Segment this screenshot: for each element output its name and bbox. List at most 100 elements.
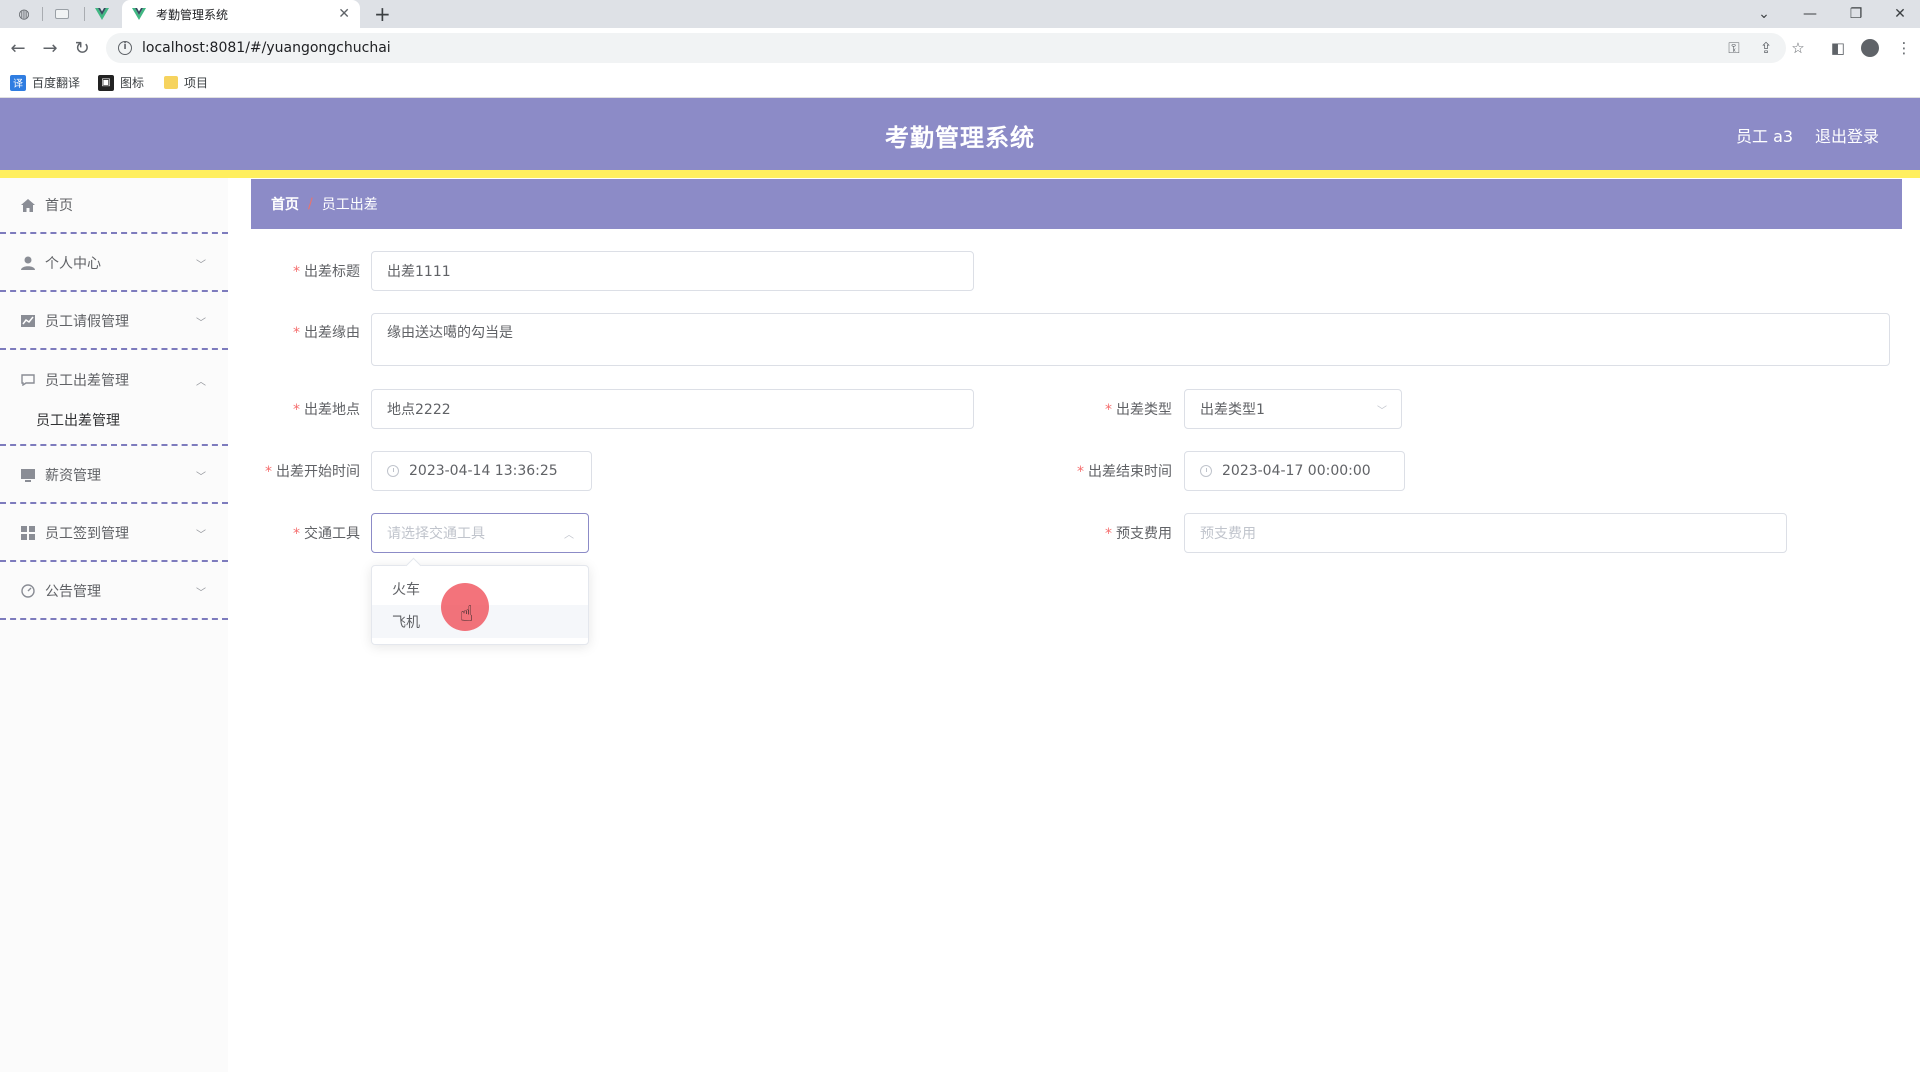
title-label: * 出差标题: [250, 261, 360, 281]
tab-title: 考勤管理系统: [156, 7, 229, 22]
share-icon[interactable]: ⇪: [1756, 38, 1776, 58]
required-mark: *: [1077, 464, 1084, 480]
active-tab[interactable]: 考勤管理系统 ✕: [122, 0, 360, 28]
breadcrumb: 首页 / 员工出差: [251, 179, 1902, 229]
type-select[interactable]: 出差类型1 ﹀: [1184, 389, 1402, 429]
window-close-button[interactable]: ✕: [1880, 0, 1920, 28]
app-title: 考勤管理系统: [885, 124, 1035, 152]
bookmark-star-icon[interactable]: ☆: [1788, 38, 1808, 58]
budget-label: * 预支费用: [1062, 523, 1172, 543]
translate-icon: 译: [10, 74, 26, 91]
chevron-down-icon: ﹀: [196, 529, 206, 541]
label-text: 出差类型: [1116, 402, 1172, 418]
budget-placeholder: 预支费用: [1200, 526, 1256, 542]
breadcrumb-current: 员工出差: [321, 197, 378, 213]
sidebar-item-label: 首页: [45, 198, 73, 214]
vue-logo-icon: [95, 8, 109, 20]
transport-select[interactable]: 请选择交通工具 ︿: [371, 513, 589, 553]
app-header: 考勤管理系统 员工 a3 退出登录: [0, 98, 1920, 170]
sidebar-item-leave[interactable]: 员工请假管理 ﹀: [0, 294, 228, 350]
start-time-value: 2023-04-14 13:36:25: [409, 463, 558, 479]
clock-icon: [387, 465, 399, 477]
reason-textarea[interactable]: 缘由送达噶的勾当是: [371, 313, 1890, 366]
image-icon: ▣: [98, 74, 114, 91]
end-time-picker[interactable]: 2023-04-17 00:00:00: [1184, 451, 1405, 491]
reason-label: * 出差缘由: [250, 322, 360, 342]
location-input[interactable]: 地点2222: [371, 389, 974, 429]
chevron-down-icon: ﹀: [196, 471, 206, 483]
sidebar-item-profile[interactable]: 个人中心 ﹀: [0, 236, 228, 292]
label-text: 出差标题: [304, 264, 360, 280]
monitor-icon: [20, 468, 36, 482]
chevron-up-icon: ︿: [196, 376, 206, 388]
required-mark: *: [293, 325, 300, 341]
chevron-up-icon: ︿: [564, 529, 574, 541]
pinned-tab-blank[interactable]: [48, 0, 76, 28]
transport-placeholder: 请选择交通工具: [387, 526, 485, 542]
label-text: 交通工具: [304, 526, 360, 542]
end-time-value: 2023-04-17 00:00:00: [1222, 463, 1371, 479]
back-button[interactable]: ←: [6, 36, 30, 60]
sidebar-item-home[interactable]: 首页: [0, 178, 228, 234]
minimize-button[interactable]: —: [1790, 0, 1830, 28]
pinned-tab-globe[interactable]: ◍: [10, 0, 38, 28]
logout-link[interactable]: 退出登录: [1815, 123, 1879, 147]
label-text: 出差地点: [304, 402, 360, 418]
key-icon[interactable]: ⚿: [1724, 38, 1744, 58]
sidebar-item-salary[interactable]: 薪资管理 ﹀: [0, 448, 228, 504]
start-time-picker[interactable]: 2023-04-14 13:36:25: [371, 451, 592, 491]
sidebar-item-notice[interactable]: 公告管理 ﹀: [0, 564, 228, 620]
label-text: 出差缘由: [304, 325, 360, 341]
profile-icon[interactable]: [1860, 38, 1880, 58]
close-tab-icon[interactable]: ✕: [338, 6, 350, 22]
forward-button[interactable]: →: [38, 36, 62, 60]
hand-cursor-icon: ☝: [460, 602, 474, 627]
required-mark: *: [293, 402, 300, 418]
tab-search-icon[interactable]: ⌄: [1744, 0, 1784, 28]
sidebar-item-checkin[interactable]: 员工签到管理 ﹀: [0, 506, 228, 562]
user-icon: [20, 256, 36, 270]
title-input[interactable]: 出差1111: [371, 251, 974, 291]
budget-input[interactable]: 预支费用: [1184, 513, 1787, 553]
clock-icon: [1200, 465, 1212, 477]
chevron-down-icon: ﹀: [196, 317, 206, 329]
start-time-label: * 出差开始时间: [250, 461, 360, 481]
sidebar: 首页 个人中心 ﹀ 员工请假管理 ﹀ 员工出差管理 ︿ 员工出差管理 薪资管理 …: [0, 178, 228, 1072]
type-label: * 出差类型: [1062, 399, 1172, 419]
address-bar[interactable]: i localhost:8081/#/yuangongchuchai: [106, 33, 1786, 63]
bookmark-icons[interactable]: ▣ 图标: [98, 74, 144, 91]
restore-button[interactable]: ❐: [1836, 0, 1876, 28]
required-mark: *: [265, 464, 272, 480]
reason-value: 缘由送达噶的勾当是: [387, 325, 513, 341]
transport-label: * 交通工具: [250, 523, 360, 543]
title-value: 出差1111: [387, 264, 451, 280]
bookmark-project[interactable]: 项目: [164, 74, 208, 91]
pinned-tab-vue[interactable]: [88, 0, 116, 28]
breadcrumb-home[interactable]: 首页: [271, 194, 299, 214]
location-label: * 出差地点: [250, 399, 360, 419]
reload-button[interactable]: ↻: [70, 36, 94, 60]
browser-tabstrip: ◍ 考勤管理系统 ✕ + ⌄ — ❐ ✕: [0, 0, 1920, 28]
dashboard-icon: [20, 584, 36, 598]
type-value: 出差类型1: [1200, 402, 1265, 418]
bookmarks-bar: 译 百度翻译 ▣ 图标 项目: [0, 68, 1920, 98]
tab-separator: [42, 7, 43, 21]
bookmark-label: 百度翻译: [32, 76, 81, 90]
globe-icon: ◍: [18, 6, 30, 22]
submenu-item-business-trip[interactable]: 员工出差管理: [0, 396, 228, 446]
label-text: 预支费用: [1116, 526, 1172, 542]
chevron-down-icon: ﹀: [196, 587, 206, 599]
tab-separator: [84, 7, 85, 21]
site-info-icon[interactable]: i: [118, 41, 132, 55]
bookmark-label: 图标: [120, 76, 145, 90]
chevron-down-icon: ﹀: [1377, 405, 1387, 417]
current-user: 员工 a3: [1736, 127, 1794, 146]
bookmark-baidu-translate[interactable]: 译 百度翻译: [10, 74, 80, 91]
location-value: 地点2222: [387, 402, 451, 418]
required-mark: *: [1105, 402, 1112, 418]
new-tab-button[interactable]: +: [374, 2, 391, 26]
breadcrumb-separator: /: [308, 196, 313, 212]
required-mark: *: [1105, 526, 1112, 542]
side-panel-icon[interactable]: ◧: [1828, 38, 1848, 58]
menu-kebab-icon[interactable]: ⋮: [1894, 38, 1914, 58]
